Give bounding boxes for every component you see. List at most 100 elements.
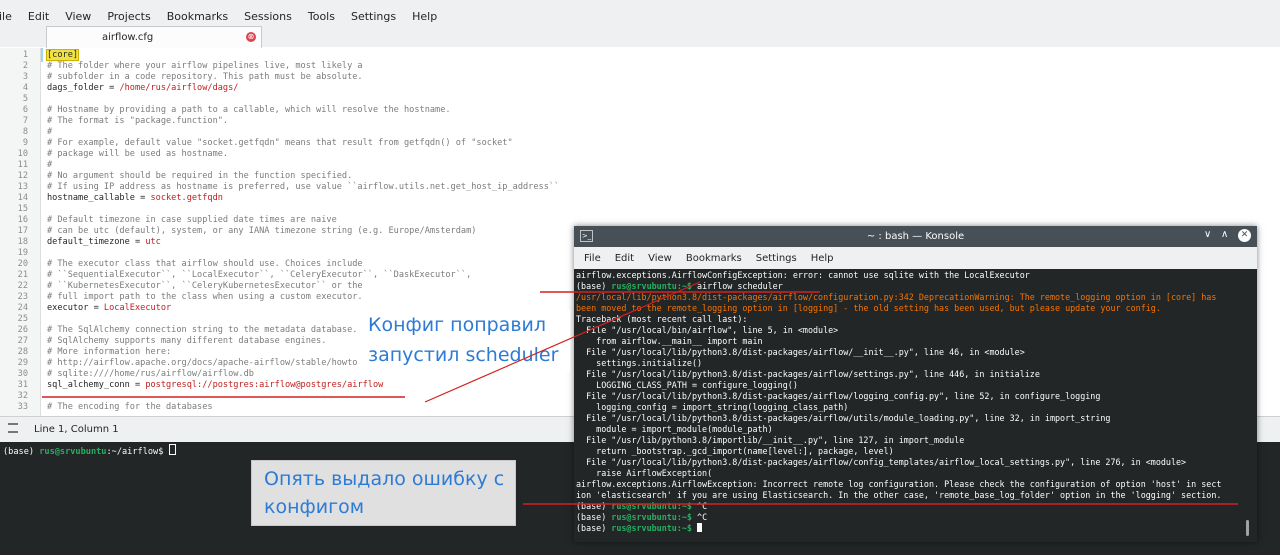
line-number: 10 xyxy=(17,149,28,159)
code-text: sql_alchemy_conn = postgresql://postgres… xyxy=(47,380,383,391)
terminal-cursor xyxy=(697,522,703,532)
code-token: # The executor class that airflow should… xyxy=(47,259,363,269)
code-text: hostname_callable = socket.getfqdn xyxy=(47,193,223,204)
prompt-base: (base) xyxy=(3,447,40,457)
line-number: 21 xyxy=(17,270,28,280)
output-text: File "/usr/local/lib/python3.8/dist-pack… xyxy=(576,368,1040,379)
code-text: # xyxy=(47,127,52,138)
code-line: 14 hostname_callable = socket.getfqdn xyxy=(0,193,1280,204)
code-text: # The format is "package.function". xyxy=(47,116,228,127)
code-text: # Default timezone in case supplied date… xyxy=(47,215,337,226)
konsole-menu-file[interactable]: File xyxy=(574,253,601,264)
line-number: 26 xyxy=(17,325,28,335)
code-token: executor = xyxy=(47,303,104,313)
cursor-position[interactable]: Line 1, Column 1 xyxy=(34,424,119,435)
code-text: # The encoding for the databases xyxy=(47,402,213,413)
maximize-icon[interactable]: ∧ xyxy=(1221,229,1228,240)
line-number: 11 xyxy=(17,160,28,170)
code-token: # package will be used as hostname. xyxy=(47,149,229,159)
code-token: # full import path to the class when usi… xyxy=(47,292,363,302)
output-text: ^C xyxy=(691,511,708,522)
terminal-output-line: logging_config = import_string(logging_c… xyxy=(576,402,848,413)
close-tab-icon[interactable]: ⊗ xyxy=(246,32,256,42)
menu-item-tools[interactable]: Tools xyxy=(300,10,343,23)
warning-text: The remote_logging option in [core] has xyxy=(1014,291,1217,302)
line-number: 18 xyxy=(17,237,28,247)
prompt-path: :~/airflow$ xyxy=(106,447,169,457)
code-text: executor = LocalExecutor xyxy=(47,303,171,314)
code-line: 3 # subfolder in a code repository. This … xyxy=(0,72,1280,83)
line-number: 4 xyxy=(22,83,28,93)
terminal-output-line: return _bootstrap._gcd_import(name[level… xyxy=(576,446,894,457)
code-line: 6 # Hostname by providing a path to a cal… xyxy=(0,105,1280,116)
code-token: # ``SequentialExecutor``, ``LocalExecuto… xyxy=(47,270,472,280)
code-token: # xyxy=(47,160,53,170)
code-token: # For example, default value "socket.get… xyxy=(47,138,513,148)
terminal-cursor xyxy=(168,444,176,455)
prompt-base: (base) xyxy=(576,500,612,511)
terminal-output-line: (base) rus@srvubuntu:~$ airflow schedule… xyxy=(576,281,783,292)
terminal-output-line: airflow.exceptions.AirflowException: Inc… xyxy=(576,479,1221,490)
line-number: 33 xyxy=(17,402,28,412)
menu-item-bookmarks[interactable]: Bookmarks xyxy=(159,10,236,23)
menu-item-settings[interactable]: Settings xyxy=(343,10,404,23)
scrollbar-thumb[interactable] xyxy=(1246,520,1249,536)
konsole-menu-settings[interactable]: Settings xyxy=(746,253,797,264)
terminal-output-line: from airflow.__main__ import main xyxy=(576,336,762,347)
output-text: Traceback (most recent call last): xyxy=(576,313,748,324)
code-text: # More information here: xyxy=(47,347,171,358)
menu-lines-icon[interactable] xyxy=(8,423,18,433)
menu-item-sessions[interactable]: Sessions xyxy=(236,10,300,23)
menu-item-view[interactable]: View xyxy=(57,10,99,23)
line-number: 25 xyxy=(17,314,28,324)
code-token: # Hostname by providing a path to a call… xyxy=(47,105,451,115)
konsole-menu-help[interactable]: Help xyxy=(801,253,834,264)
output-text: File "/usr/local/lib/python3.8/dist-pack… xyxy=(576,412,1111,423)
output-text: LOGGING_CLASS_PATH = configure_logging() xyxy=(576,379,798,390)
prompt-user: rus@srvubuntu:~$ xyxy=(611,522,692,533)
output-text: logging_config = import_string(logging_c… xyxy=(576,401,849,412)
terminal-output-line: (base) rus@srvubuntu:~$ ^C xyxy=(576,501,707,512)
konsole-menu-view[interactable]: View xyxy=(638,253,672,264)
konsole-window[interactable]: >_ ~ : bash — Konsole ∨ ∧ ✕ File Edit View… xyxy=(574,226,1257,542)
code-token: sql_alchemy_conn = xyxy=(47,380,146,390)
tab-airflow-cfg[interactable]: airflow.cfg ⊗ xyxy=(46,26,262,49)
line-number: 6 xyxy=(22,105,28,115)
code-line: 10 # package will be used as hostname. xyxy=(0,149,1280,160)
terminal-output-line: File "/usr/local/lib/python3.8/dist-pack… xyxy=(576,369,1040,380)
terminal-output-line: File "/usr/local/bin/airflow", line 5, i… xyxy=(576,325,838,336)
terminal-output-line: File "/usr/lib/python3.8/importlib/__ini… xyxy=(576,435,964,446)
terminal-output-line: raise AirflowException( xyxy=(576,468,712,479)
output-text: settings.initialize() xyxy=(576,357,703,368)
konsole-menu-edit[interactable]: Edit xyxy=(605,253,634,264)
code-line: 2 # The folder where your airflow pipelin… xyxy=(0,61,1280,72)
code-token: dags_folder = xyxy=(47,83,120,93)
menu-item-help[interactable]: Help xyxy=(404,10,445,23)
terminal-output-line: Traceback (most recent call last): xyxy=(576,314,747,325)
config-value: postgresql://postgres:airflow@postgres/a… xyxy=(145,380,384,390)
prompt-user: rus@srvubuntu xyxy=(39,447,107,457)
terminal-output-line: ion 'elasticsearch' if you are using Ela… xyxy=(576,490,1221,501)
code-token: # ``KubernetesExecutor``, ``CeleryKubern… xyxy=(47,281,363,291)
code-token: # More information here: xyxy=(47,347,172,357)
code-text: # The SqlAlchemy connection string to th… xyxy=(47,325,357,336)
config-value: LocalExecutor xyxy=(103,303,172,313)
menu-item-projects[interactable]: Projects xyxy=(99,10,158,23)
konsole-output[interactable]: airflow.exceptions.AirflowConfigExceptio… xyxy=(574,269,1257,542)
konsole-titlebar[interactable]: >_ ~ : bash — Konsole ∨ ∧ ✕ xyxy=(574,226,1257,247)
menu-item-edit[interactable]: Edit xyxy=(20,10,57,23)
line-number: 8 xyxy=(22,127,28,137)
code-line: 9 # For example, default value "socket.ge… xyxy=(0,138,1280,149)
output-text: module = import_module(module_path) xyxy=(576,423,773,434)
close-icon[interactable]: ✕ xyxy=(1238,229,1251,242)
minimize-icon[interactable]: ∨ xyxy=(1204,229,1211,240)
terminal-prompt-line: (base) rus@srvubuntu:~/airflow$ xyxy=(3,444,176,457)
code-line: 13 # If using IP address as hostname is p… xyxy=(0,182,1280,193)
config-value: socket.getfqdn xyxy=(150,193,223,203)
line-number: 32 xyxy=(17,391,28,401)
code-text: # If using IP address as hostname is pre… xyxy=(47,182,559,193)
menu-item-ile[interactable]: ile xyxy=(0,10,20,23)
konsole-menu-bookmarks[interactable]: Bookmarks xyxy=(676,253,742,264)
output-text: File "/usr/local/bin/airflow", line 5, i… xyxy=(576,324,839,335)
code-text: # can be utc (default), system, or any I… xyxy=(47,226,476,237)
